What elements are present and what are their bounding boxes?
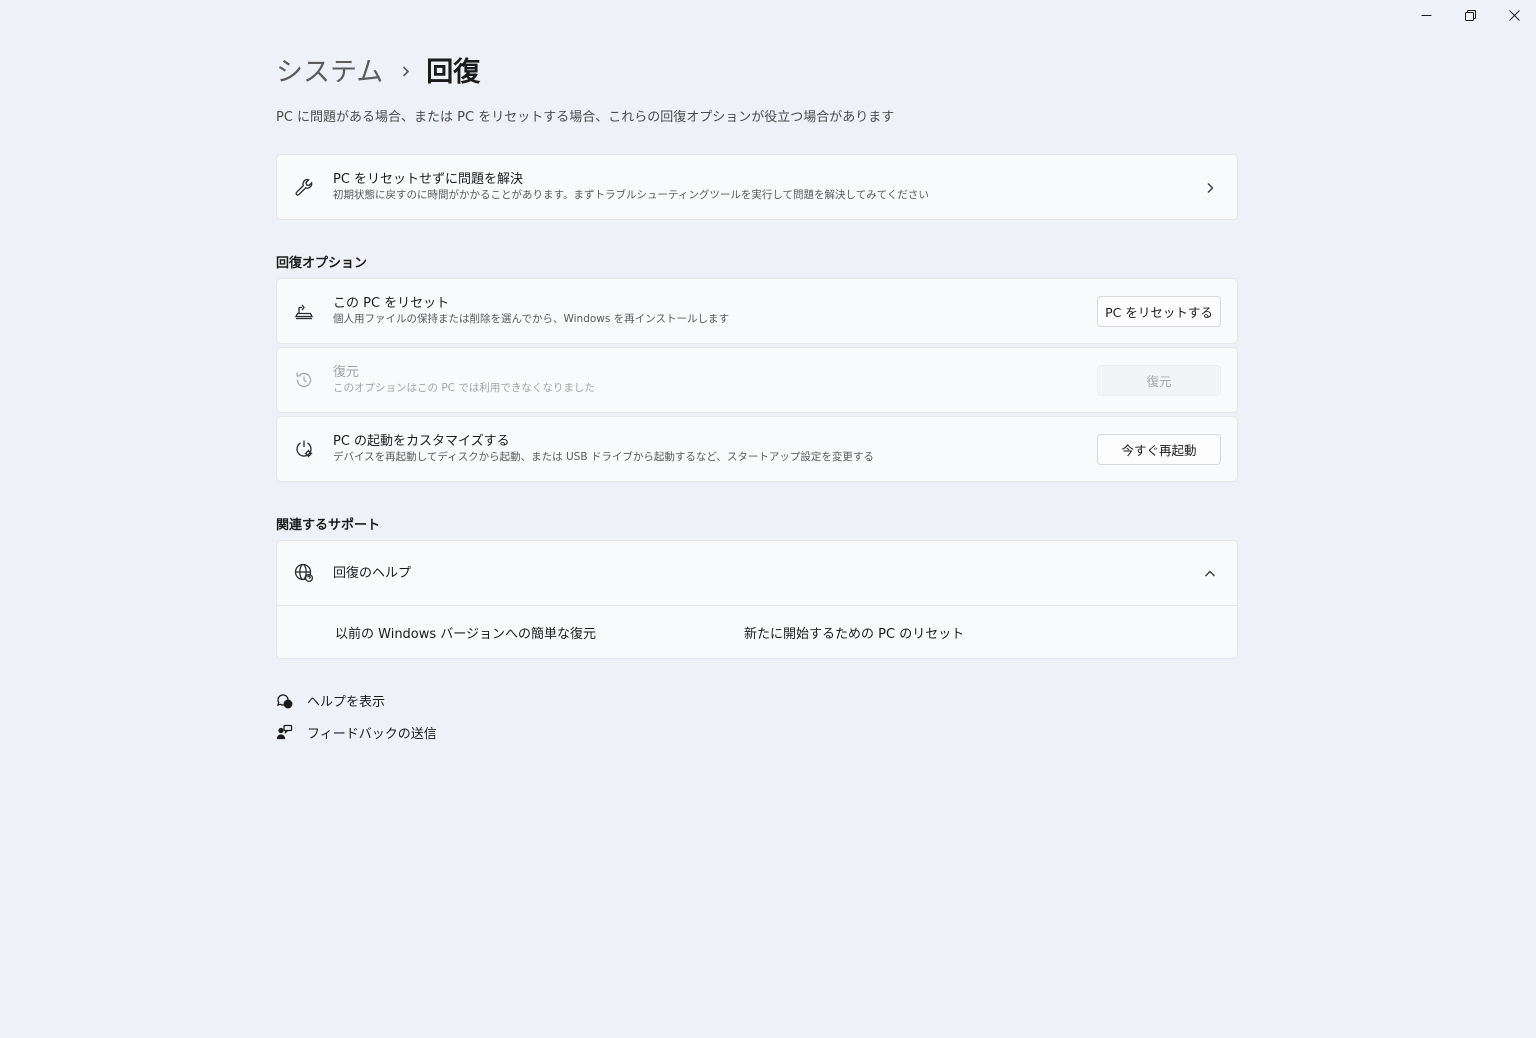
close-icon bbox=[1508, 9, 1520, 21]
page-description: PC に問題がある場合、または PC をリセットする場合、これらの回復オプション… bbox=[276, 110, 895, 125]
advanced-startup-card: PC の起動をカスタマイズする デバイスを再起動してディスクから起動、または U… bbox=[276, 416, 1238, 482]
get-help-link[interactable]: ヘルプを表示 bbox=[276, 691, 385, 710]
wrench-icon bbox=[293, 176, 315, 198]
restore-card: 復元 このオプションはこの PC では利用できなくなりました 復元 bbox=[276, 347, 1238, 413]
help-link-reset-pc[interactable]: 新たに開始するための PC のリセット bbox=[744, 623, 964, 642]
troubleshoot-card[interactable]: PC をリセットせずに問題を解決 初期状態に戻すのに時間がかかることがあります。… bbox=[276, 154, 1238, 220]
chevron-right-icon bbox=[399, 63, 412, 77]
restore-button: 復元 bbox=[1097, 364, 1221, 396]
advanced-startup-icon bbox=[293, 438, 315, 460]
window-controls bbox=[1404, 0, 1536, 30]
help-link-previous-windows[interactable]: 以前の Windows バージョンへの簡単な復元 bbox=[335, 623, 596, 642]
feedback-icon bbox=[276, 724, 293, 740]
minimize-button[interactable] bbox=[1404, 0, 1448, 30]
page-title: 回復 bbox=[426, 57, 481, 88]
advanced-startup-subtitle: デバイスを再起動してディスクから起動、または USB ドライブから起動するなど、… bbox=[333, 451, 874, 463]
restore-title: 復元 bbox=[333, 365, 360, 380]
advanced-startup-title: PC の起動をカスタマイズする bbox=[333, 434, 510, 449]
restore-icon bbox=[1464, 9, 1476, 21]
globe-help-icon bbox=[293, 562, 315, 584]
feedback-label: フィードバックの送信 bbox=[307, 727, 437, 742]
reset-pc-title: この PC をリセット bbox=[333, 296, 450, 311]
recovery-help-title: 回復のヘルプ bbox=[333, 565, 412, 581]
reset-pc-card: この PC をリセット 個人用ファイルの保持または削除を選んでから、Window… bbox=[276, 278, 1238, 344]
recovery-help-expander: 回復のヘルプ 以前の Windows バージョンへの簡単な復元 新たに開始するた… bbox=[276, 540, 1238, 659]
restore-subtitle: このオプションはこの PC では利用できなくなりました bbox=[333, 382, 595, 394]
troubleshoot-title: PC をリセットせずに問題を解決 bbox=[333, 172, 524, 187]
restart-now-button[interactable]: 今すぐ再起動 bbox=[1097, 433, 1221, 465]
breadcrumb: システム 回復 bbox=[276, 50, 480, 89]
get-help-label: ヘルプを表示 bbox=[307, 695, 386, 710]
related-support-heading: 関連するサポート bbox=[276, 518, 381, 533]
restore-button[interactable] bbox=[1448, 0, 1492, 30]
feedback-link[interactable]: フィードバックの送信 bbox=[276, 723, 437, 742]
chevron-up-icon bbox=[1203, 566, 1217, 580]
recovery-help-header[interactable]: 回復のヘルプ bbox=[277, 541, 1237, 605]
close-button[interactable] bbox=[1492, 0, 1536, 30]
troubleshoot-subtitle: 初期状態に戻すのに時間がかかることがあります。まずトラブルシューティングツールを… bbox=[333, 189, 929, 201]
breadcrumb-parent[interactable]: システム bbox=[276, 50, 383, 89]
recovery-options-heading: 回復オプション bbox=[276, 256, 368, 271]
help-links: 以前の Windows バージョンへの簡単な復元 新たに開始するための PC の… bbox=[277, 605, 1237, 658]
reset-pc-button[interactable]: PC をリセットする bbox=[1097, 295, 1221, 327]
minimize-icon bbox=[1421, 14, 1431, 16]
reset-pc-subtitle: 個人用ファイルの保持または削除を選んでから、Windows を再インストールしま… bbox=[333, 313, 729, 325]
history-icon bbox=[293, 369, 315, 391]
reset-pc-icon bbox=[293, 300, 315, 322]
help-chat-icon bbox=[277, 694, 293, 709]
chevron-right-icon bbox=[1203, 180, 1217, 194]
